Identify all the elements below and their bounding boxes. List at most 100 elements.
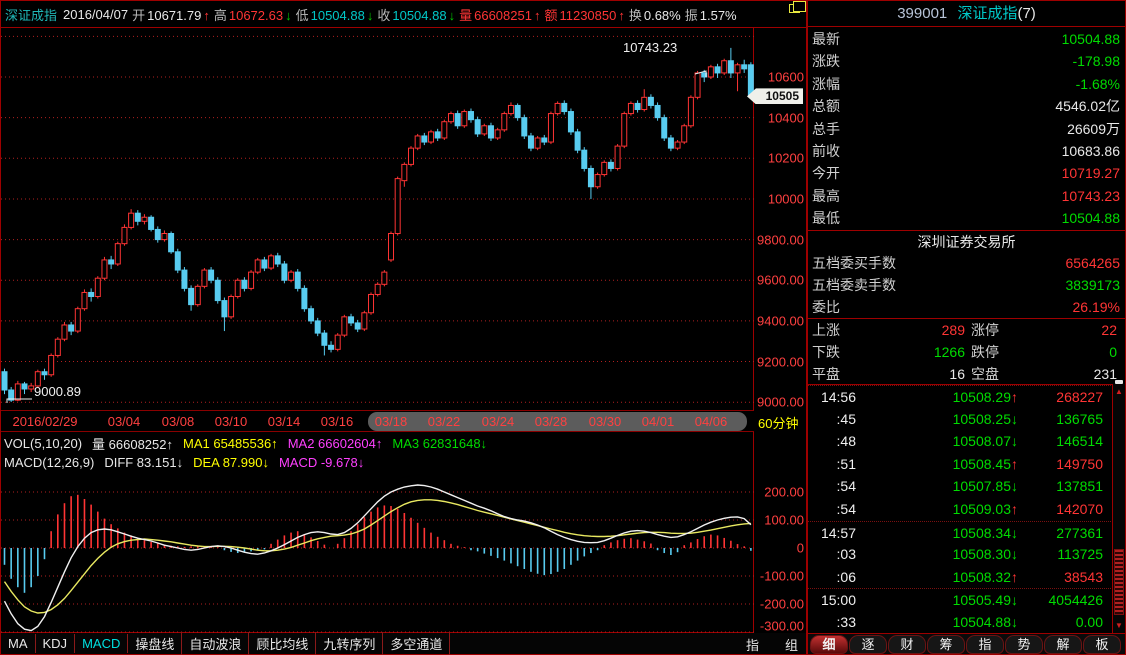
quote-tab-解[interactable]: 解 (1044, 635, 1082, 654)
quote-tab-筹[interactable]: 筹 (927, 635, 965, 654)
date-label[interactable]: 03/14 (268, 414, 301, 429)
mini-nav-指[interactable]: 指 (746, 638, 759, 653)
scroll-thumb[interactable] (1114, 549, 1124, 615)
breadth-value: 0 (1109, 341, 1117, 363)
date-label[interactable]: 03/04 (108, 414, 141, 429)
candlestick-chart[interactable]: 10743.23 9000.89 (1, 28, 754, 410)
quote-value: 10719.27 (1062, 162, 1120, 184)
quote-tab-财[interactable]: 财 (888, 635, 926, 654)
field-label: 低 (296, 8, 309, 23)
quote-row-总额: 总额4546.02亿 (808, 95, 1125, 117)
macd-indicator-value: MACD -9.678↓ (279, 455, 364, 470)
date-label[interactable]: 03/08 (162, 414, 195, 429)
field-label: 换 (629, 8, 642, 23)
quote-tab-势[interactable]: 势 (1005, 635, 1043, 654)
down-arrow-icon: ↓ (367, 8, 374, 23)
tick-row[interactable]: :4510508.25↓136765 (808, 408, 1113, 431)
date-label[interactable]: 03/10 (215, 414, 248, 429)
tick-price-value: 10504.88 (953, 614, 1011, 630)
chart-window: 深证成指 2016/04/07 开10671.79↑高10672.63↓低105… (0, 0, 807, 655)
date-label[interactable]: 04/01 (642, 414, 675, 429)
date-label[interactable]: 03/28 (535, 414, 568, 429)
quote-tab-细[interactable]: 细 (810, 635, 848, 654)
candlestick-svg (1, 28, 754, 410)
tick-row[interactable]: :5410509.03↑142070 (808, 498, 1113, 521)
indicator-tab-顾比均线[interactable]: 顾比均线 (249, 632, 316, 655)
field-value: 1.57% (700, 8, 737, 23)
tick-row[interactable]: :0310508.30↓113725 (808, 543, 1113, 566)
breadth-row-上涨: 上涨289涨停22 (808, 319, 1125, 341)
depth-value: 6564265 (1065, 252, 1120, 274)
security-title[interactable]: 399001 深证成指(7) (808, 1, 1125, 27)
quote-fields-list: 最新10504.88涨跌-178.98涨幅-1.68%总额4546.02亿总手2… (808, 28, 1125, 230)
quote-tab-板[interactable]: 板 (1083, 635, 1121, 654)
tick-price: 10507.85↓ (898, 475, 1018, 498)
tick-time: :06 (808, 566, 856, 589)
date-label[interactable]: 03/24 (482, 414, 515, 429)
macd-indicator-value: MACD(12,26,9) (4, 455, 94, 470)
tick-row[interactable]: :3310504.88↓0.00 (808, 611, 1113, 634)
tick-list[interactable]: 14:5610508.29↑268227:4510508.25↓136765:4… (808, 384, 1113, 633)
scroll-up-icon[interactable]: ▲ (1113, 388, 1125, 396)
restore-window-icon[interactable] (789, 4, 800, 13)
depth-value: 3839173 (1065, 274, 1120, 296)
breadth-label: 空盘 (971, 363, 999, 385)
breadth-value: 22 (1101, 319, 1117, 341)
quote-value: -178.98 (1073, 50, 1120, 72)
splitter-grip[interactable] (1115, 380, 1123, 384)
tick-row[interactable]: :5410507.85↓137851 (808, 475, 1113, 498)
tick-row[interactable]: 14:5610508.29↑268227 (808, 385, 1113, 408)
macd-panel[interactable]: MACD(12,26,9)DIFF 83.151↓DEA 87.990↓MACD… (1, 454, 754, 633)
date-label[interactable]: 03/30 (589, 414, 622, 429)
price-axis-label: 9400.00 (757, 313, 804, 328)
indicator-tab-MACD[interactable]: MACD (75, 634, 128, 653)
tick-row[interactable]: :5110508.45↑149750 (808, 453, 1113, 476)
exchange-header: 深圳证券交易所 (808, 230, 1125, 252)
price-axis-label: 9600.00 (757, 273, 804, 288)
scroll-down-icon[interactable]: ▼ (1113, 622, 1125, 630)
tick-price-value: 10508.45 (953, 456, 1011, 472)
price-axis-label: 9200.00 (757, 354, 804, 369)
tick-row[interactable]: 14:5710508.34↓277361 (808, 521, 1113, 544)
period-label[interactable]: 60分钟 (758, 413, 798, 432)
date-label[interactable]: 03/18 (375, 414, 408, 429)
date-label[interactable]: 03/16 (321, 414, 354, 429)
date-label[interactable]: 03/22 (428, 414, 461, 429)
tick-volume: 0.00 (1076, 611, 1103, 634)
volume-indicator-row[interactable]: VOL(5,10,20)量 66608252↑MA1 65485536↑MA2 … (1, 432, 754, 454)
indicator-tab-操盘线[interactable]: 操盘线 (128, 632, 182, 655)
indicator-tab-MA[interactable]: MA (1, 634, 36, 653)
quote-value: 10504.88 (1062, 28, 1120, 50)
indicator-tab-多空通道[interactable]: 多空通道 (383, 632, 450, 655)
index-name: 深证成指 (5, 5, 57, 24)
macd-indicator-value: DIFF 83.151↓ (104, 455, 183, 470)
indicator-tab-自动波浪[interactable]: 自动波浪 (182, 632, 249, 655)
field-label: 振 (685, 8, 698, 23)
date-label[interactable]: 04/06 (695, 414, 728, 429)
tick-row[interactable]: :4810508.07↓146514 (808, 430, 1113, 453)
indicator-tab-KDJ[interactable]: KDJ (36, 634, 76, 653)
tick-row[interactable]: :0610508.32↑38543 (808, 566, 1113, 589)
quote-tab-指[interactable]: 指 (966, 635, 1004, 654)
tick-price: 10504.88↓ (898, 611, 1018, 634)
tick-row[interactable]: 15:0010505.49↓4054426 (808, 588, 1113, 611)
mini-nav-组[interactable]: 组 (785, 638, 798, 653)
security-code: 399001 (897, 5, 947, 22)
quote-summary-bar: 深证成指 2016/04/07 开10671.79↑高10672.63↓低105… (1, 1, 806, 28)
field-label: 开 (132, 8, 145, 23)
tick-price-value: 10507.85 (953, 478, 1011, 494)
macd-axis-label: 0 (797, 541, 804, 556)
indicator-tab-九转序列[interactable]: 九转序列 (316, 632, 383, 655)
tick-time: 14:56 (808, 386, 856, 409)
quote-tab-逐[interactable]: 逐 (849, 635, 887, 654)
security-name: 深证成指 (957, 5, 1017, 22)
quote-fields: 开10671.79↑高10672.63↓低10504.88↓收10504.88↓… (132, 5, 741, 24)
tick-scrollbar[interactable]: ▲ ▼ (1112, 384, 1125, 633)
date-axis[interactable]: 2016/02/29 03/04 03/08 03/10 03/14 03/16 03/18… (1, 410, 754, 432)
macd-axis-label: 100.00 (764, 513, 804, 528)
date-label[interactable]: 2016/02/29 (12, 414, 77, 429)
tick-volume: 146514 (1056, 430, 1103, 453)
vol-indicator-value: MA2 66602604↑ (288, 436, 383, 451)
field-value: 10504.88 (311, 8, 365, 23)
breadth-label: 平盘 (812, 363, 840, 385)
